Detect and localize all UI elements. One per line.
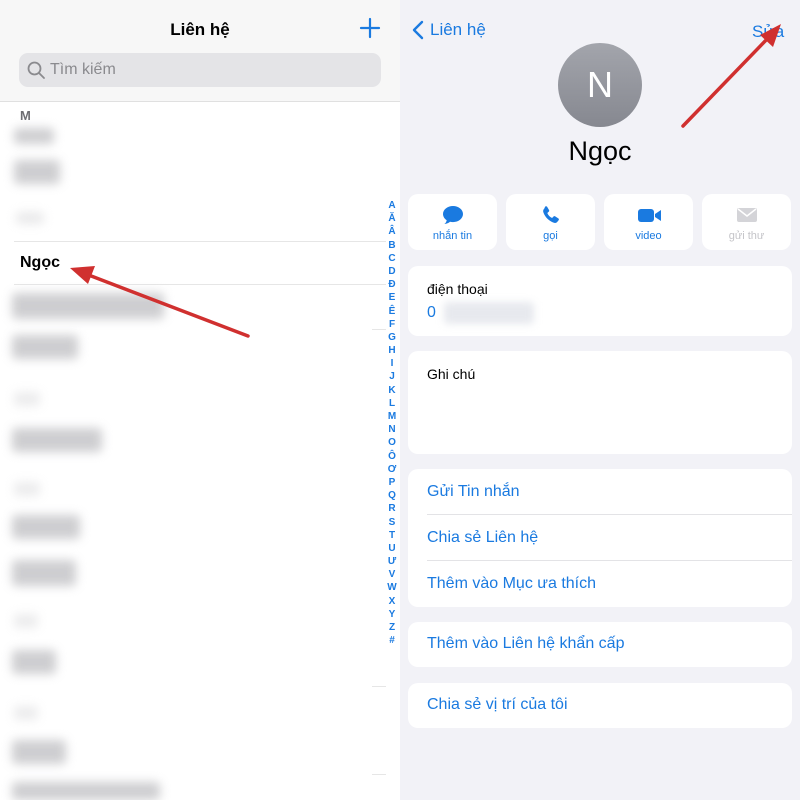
index-letter[interactable]: T — [385, 529, 399, 542]
index-letter[interactable]: U — [385, 542, 399, 555]
index-letter[interactable]: Â — [385, 225, 399, 238]
contacts-header: Liên hệ Tìm kiếm — [0, 0, 400, 102]
add-favorites-link[interactable]: Thêm vào Mục ưa thích — [427, 575, 596, 593]
mail-button[interactable]: gửi thư — [702, 194, 791, 250]
index-letter[interactable]: M — [385, 410, 399, 423]
index-letter[interactable]: C — [385, 252, 399, 265]
blurred-contact[interactable] — [14, 128, 54, 144]
index-letter[interactable]: J — [385, 370, 399, 383]
blurred-contact[interactable] — [14, 392, 40, 406]
phone-card[interactable]: điện thoại 0 — [408, 266, 792, 336]
emergency-card: Thêm vào Liên hệ khẩn cấp — [408, 622, 792, 667]
index-letter[interactable]: G — [385, 331, 399, 344]
index-letter[interactable]: Ơ — [385, 463, 399, 476]
search-input[interactable]: Tìm kiếm — [19, 53, 381, 87]
video-icon — [638, 209, 661, 222]
add-emergency-contact-link[interactable]: Thêm vào Liên hệ khẩn cấp — [427, 635, 624, 653]
row-divider — [14, 284, 386, 285]
blurred-contact[interactable] — [16, 212, 44, 224]
blurred-contact[interactable] — [12, 428, 102, 452]
index-letter[interactable]: Ă — [385, 212, 399, 225]
call-button[interactable]: gọi — [506, 194, 595, 250]
blurred-contact[interactable] — [12, 560, 76, 586]
contacts-list-panel: Liên hệ Tìm kiếm M Ngọc AĂÂBCDĐEÊFGHIJKL… — [0, 0, 400, 800]
phone-icon — [543, 206, 559, 223]
blurred-contact[interactable] — [12, 515, 80, 539]
blurred-contact[interactable] — [12, 782, 160, 800]
phone-label: điện thoại — [427, 281, 488, 297]
index-letter[interactable]: W — [385, 581, 399, 594]
index-letter[interactable]: P — [385, 476, 399, 489]
index-letter[interactable]: K — [385, 384, 399, 397]
edit-button[interactable]: Sửa — [752, 22, 784, 42]
mail-icon — [737, 208, 757, 222]
index-letter[interactable]: Y — [385, 608, 399, 621]
blurred-contact[interactable] — [14, 482, 40, 496]
back-label: Liên hệ — [430, 20, 486, 39]
share-location-link[interactable]: Chia sẻ vị trí của tôi — [427, 696, 568, 714]
call-label: gọi — [543, 230, 558, 242]
index-letter[interactable]: B — [385, 239, 399, 252]
index-letter[interactable]: D — [385, 265, 399, 278]
message-button[interactable]: nhắn tin — [408, 194, 497, 250]
blurred-contact[interactable] — [12, 650, 56, 674]
index-letter[interactable]: R — [385, 502, 399, 515]
search-placeholder: Tìm kiếm — [50, 61, 116, 78]
redacted-number — [444, 302, 534, 324]
contact-detail-panel: Liên hệ Sửa N Ngọc nhắn tin gọi video gử… — [400, 0, 800, 800]
row-divider — [427, 514, 792, 515]
search-icon — [27, 61, 45, 79]
share-location-card: Chia sẻ vị trí của tôi — [408, 683, 792, 728]
blurred-contact[interactable] — [12, 740, 66, 764]
index-letter[interactable]: L — [385, 397, 399, 410]
share-contact-link[interactable]: Chia sẻ Liên hệ — [427, 529, 538, 547]
contact-row-ngoc[interactable]: Ngọc — [20, 254, 60, 272]
contacts-title: Liên hệ — [170, 20, 230, 39]
mail-label: gửi thư — [728, 230, 765, 242]
actions-card: Gửi Tin nhắn Chia sẻ Liên hệ Thêm vào Mụ… — [408, 469, 792, 607]
send-message-link[interactable]: Gửi Tin nhắn — [427, 483, 520, 501]
chevron-left-icon — [412, 20, 424, 40]
index-letter[interactable]: Q — [385, 489, 399, 502]
index-letter[interactable]: S — [385, 516, 399, 529]
index-letter[interactable]: V — [385, 568, 399, 581]
phone-number[interactable]: 0 — [427, 304, 436, 322]
index-letter[interactable]: Z — [385, 621, 399, 634]
index-letter[interactable]: A — [385, 199, 399, 212]
index-letter[interactable]: N — [385, 423, 399, 436]
section-separator — [372, 329, 386, 330]
message-icon — [443, 206, 463, 224]
section-separator — [372, 774, 386, 775]
blurred-contact[interactable] — [12, 335, 78, 359]
video-button[interactable]: video — [604, 194, 693, 250]
index-letter[interactable]: I — [385, 357, 399, 370]
index-letter[interactable]: Ô — [385, 450, 399, 463]
blurred-contact[interactable] — [12, 293, 164, 319]
blurred-contact[interactable] — [14, 160, 60, 184]
index-letter[interactable]: O — [385, 436, 399, 449]
row-divider — [14, 241, 386, 242]
plus-icon[interactable] — [356, 14, 384, 42]
notes-label: Ghi chú — [427, 366, 476, 382]
section-separator — [372, 686, 386, 687]
notes-card[interactable]: Ghi chú — [408, 351, 792, 454]
alphabet-index[interactable]: A Ă Â B C D Đ E Ê F G H I J K L M N O Ô Ơ P Q R S T U Ư V W X Y Z # — [385, 199, 399, 647]
index-letter[interactable]: Đ — [385, 278, 399, 291]
contact-name: Ngọc — [568, 136, 632, 166]
index-letter[interactable]: X — [385, 595, 399, 608]
video-label: video — [635, 230, 662, 242]
index-letter[interactable]: Ư — [385, 555, 399, 568]
back-button[interactable]: Liên hệ — [412, 20, 486, 40]
index-letter[interactable]: E — [385, 291, 399, 304]
avatar: N — [558, 43, 642, 127]
blurred-contact[interactable] — [14, 706, 38, 720]
index-letter[interactable]: F — [385, 318, 399, 331]
index-letter[interactable]: Ê — [385, 305, 399, 318]
message-label: nhắn tin — [432, 230, 473, 242]
blurred-contact[interactable] — [14, 614, 38, 628]
index-letter[interactable]: H — [385, 344, 399, 357]
index-letter[interactable]: # — [385, 634, 399, 647]
row-divider — [427, 560, 792, 561]
section-header-m: M — [20, 108, 31, 123]
